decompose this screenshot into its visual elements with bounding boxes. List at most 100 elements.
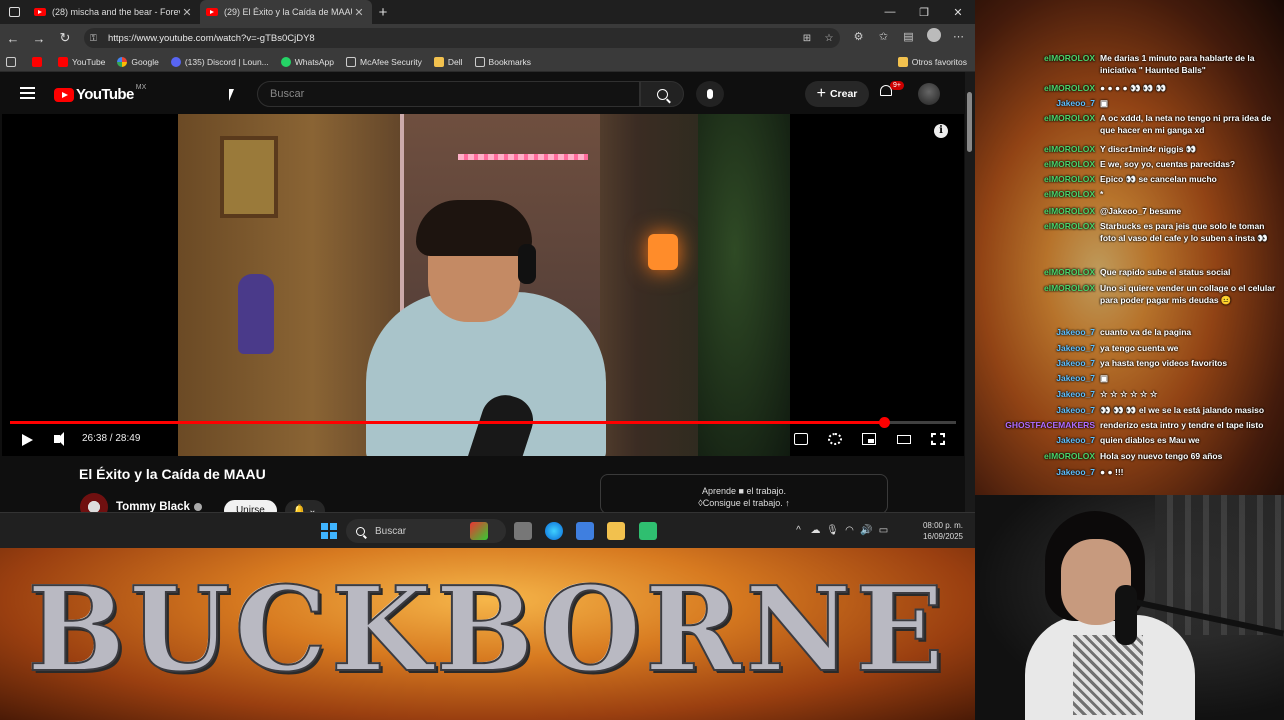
search-input[interactable]: Buscar (257, 81, 640, 107)
search-button[interactable] (640, 81, 684, 107)
collections-icon[interactable]: ▤ (896, 30, 921, 43)
chat-username[interactable]: elMOROLOX (979, 205, 1095, 217)
close-window-icon[interactable]: ✕ (941, 6, 975, 19)
reload-icon[interactable]: ↻ (52, 30, 78, 46)
chat-username[interactable]: GHOSTFACEMAKERS (979, 419, 1095, 431)
chat-message: elMOROLOX Starbucks es para jeis que solo… (979, 220, 1281, 244)
edge-icon[interactable] (545, 522, 563, 540)
bookmark-youtube[interactable]: YouTube (58, 56, 105, 67)
back-arrow-icon[interactable]: ← (0, 31, 26, 46)
stream-chat-overlay: elMOROLOX Me darias 1 minuto para hablart… (975, 0, 1284, 495)
bookmark-google[interactable]: Google (117, 56, 159, 67)
chat-username[interactable]: Jakeoo_7 (979, 372, 1095, 384)
tab-mischa[interactable]: (28) mischa and the bear - Forev ✕ (28, 0, 200, 24)
app-available-icon[interactable]: ⊞ (796, 33, 818, 44)
bookmark-whatsapp[interactable]: WhatsApp (280, 56, 334, 67)
settings-gear-icon[interactable] (828, 433, 842, 445)
page-scrollbar[interactable] (965, 72, 975, 512)
hamburger-menu-icon[interactable] (20, 87, 35, 102)
app-icon[interactable] (639, 522, 657, 540)
chat-username[interactable]: Jakeoo_7 (979, 326, 1095, 338)
subtitles-icon[interactable] (794, 433, 808, 445)
mic-tray-icon[interactable]: 🎙 (824, 525, 841, 536)
more-menu-icon[interactable]: ⋯ (946, 30, 971, 43)
progress-bar[interactable] (10, 417, 956, 428)
tab-close-icon[interactable]: ✕ (180, 6, 194, 19)
bookmark-dell[interactable]: Dell (433, 56, 463, 67)
file-explorer-icon[interactable] (607, 522, 625, 540)
ad-banner[interactable]: Aprende ■ el trabajo. ◊Consigue el traba… (600, 474, 888, 512)
play-icon[interactable] (22, 434, 33, 446)
stream-banner: BUCKBORNE (0, 548, 975, 720)
bookmark-mcafee[interactable]: McAfee Security (346, 56, 422, 67)
channel-avatar[interactable] (80, 493, 108, 512)
bookmark-youtube-icon-only[interactable] (32, 56, 46, 67)
new-tab-plus-icon[interactable]: + (372, 4, 394, 21)
chevron-up-icon[interactable]: ^ (790, 525, 807, 536)
create-button[interactable]: + Crear (805, 81, 869, 107)
battery-icon[interactable]: ▭ (875, 525, 892, 536)
join-button[interactable]: Unirse (223, 499, 277, 512)
chat-username[interactable]: Jakeoo_7 (979, 404, 1095, 416)
video-frame[interactable] (178, 114, 790, 456)
url-text: https://www.youtube.com/watch?v=-gTBs0Cj… (108, 32, 315, 44)
fullscreen-icon[interactable] (931, 433, 945, 445)
windows-taskbar: Buscar ^ ☁ 🎙 ◠ 🔊 ▭ 08:00 p. m. 16/09/202… (0, 512, 975, 548)
chat-username[interactable]: Jakeoo_7 (979, 357, 1095, 369)
chat-username[interactable]: elMOROLOX (979, 173, 1095, 185)
chat-username[interactable]: Jakeoo_7 (979, 342, 1095, 354)
chat-username[interactable]: elMOROLOX (979, 158, 1095, 170)
minimize-icon[interactable]: — (873, 6, 907, 19)
chat-username[interactable]: elMOROLOX (979, 112, 1095, 136)
chat-username[interactable]: elMOROLOX (979, 143, 1095, 155)
chat-username[interactable]: elMOROLOX (979, 282, 1095, 306)
chat-username[interactable]: elMOROLOX (979, 220, 1095, 244)
widget-icon[interactable] (470, 522, 488, 540)
folder-icon (897, 56, 908, 67)
chat-username[interactable]: elMOROLOX (979, 52, 1095, 76)
chat-username[interactable]: Jakeoo_7 (979, 97, 1095, 109)
speaker-icon[interactable]: 🔊 (858, 525, 875, 536)
taskbar-clock[interactable]: 08:00 p. m. 16/09/2025 (913, 520, 963, 542)
windows-start-icon[interactable] (321, 523, 337, 539)
url-field[interactable]: ⚿ https://www.youtube.com/watch?v=-gTBs0… (84, 28, 840, 48)
miniplayer-icon[interactable] (862, 433, 876, 445)
subscribe-bell-button[interactable]: 🔔 ⌄ (284, 500, 325, 512)
chat-message: elMOROLOX Uno si quiere vender un collage… (979, 282, 1281, 306)
info-icon[interactable]: i (934, 124, 948, 138)
forward-arrow-icon[interactable]: → (26, 31, 52, 46)
bookmark-discord[interactable]: (135) Discord | Loun... (170, 56, 269, 67)
scrubber-knob[interactable] (879, 417, 891, 428)
tab-close-icon[interactable]: ✕ (352, 6, 366, 19)
voice-search-button[interactable] (696, 81, 724, 107)
channel-name[interactable]: Tommy Black (116, 501, 190, 512)
chat-username[interactable]: elMOROLOX (979, 266, 1095, 278)
video-player[interactable]: i 26:38 / 28:49 (2, 114, 964, 456)
chat-username[interactable]: elMOROLOX (979, 82, 1095, 94)
account-avatar[interactable] (918, 83, 940, 105)
tab-maau[interactable]: (29) El Éxito y la Caída de MAAU ✕ (200, 0, 372, 24)
restore-icon[interactable]: ❐ (907, 6, 941, 19)
cloud-icon[interactable]: ☁ (807, 525, 824, 536)
chat-username[interactable]: elMOROLOX (979, 450, 1095, 462)
favorites-icon[interactable]: ✩ (871, 30, 896, 43)
site-info-icon[interactable]: ⚿ (90, 33, 102, 44)
bookmark-bookmarks[interactable]: Bookmarks (474, 56, 531, 67)
chat-username[interactable]: Jakeoo_7 (979, 388, 1095, 400)
bookmark-gamepad[interactable] (6, 56, 20, 67)
store-icon[interactable] (576, 522, 594, 540)
task-view-icon[interactable] (514, 522, 532, 540)
profile-icon[interactable] (921, 28, 946, 45)
chat-username[interactable]: Jakeoo_7 (979, 434, 1095, 446)
network-icon[interactable]: ◠ (841, 525, 858, 536)
volume-icon[interactable] (54, 432, 64, 446)
window-menu-icon[interactable] (0, 0, 28, 24)
youtube-logo[interactable]: YouTube MX (54, 84, 146, 103)
theater-mode-icon[interactable] (897, 435, 911, 444)
favorite-star-icon[interactable]: ☆ (818, 33, 840, 44)
bookmark-other-favorites[interactable]: Otros favoritos (897, 56, 967, 67)
chat-username[interactable]: elMOROLOX (979, 188, 1095, 200)
chat-username[interactable]: Jakeoo_7 (979, 466, 1095, 478)
scrollbar-thumb[interactable] (967, 92, 972, 152)
extension-icon[interactable]: ⚙ (846, 30, 871, 43)
